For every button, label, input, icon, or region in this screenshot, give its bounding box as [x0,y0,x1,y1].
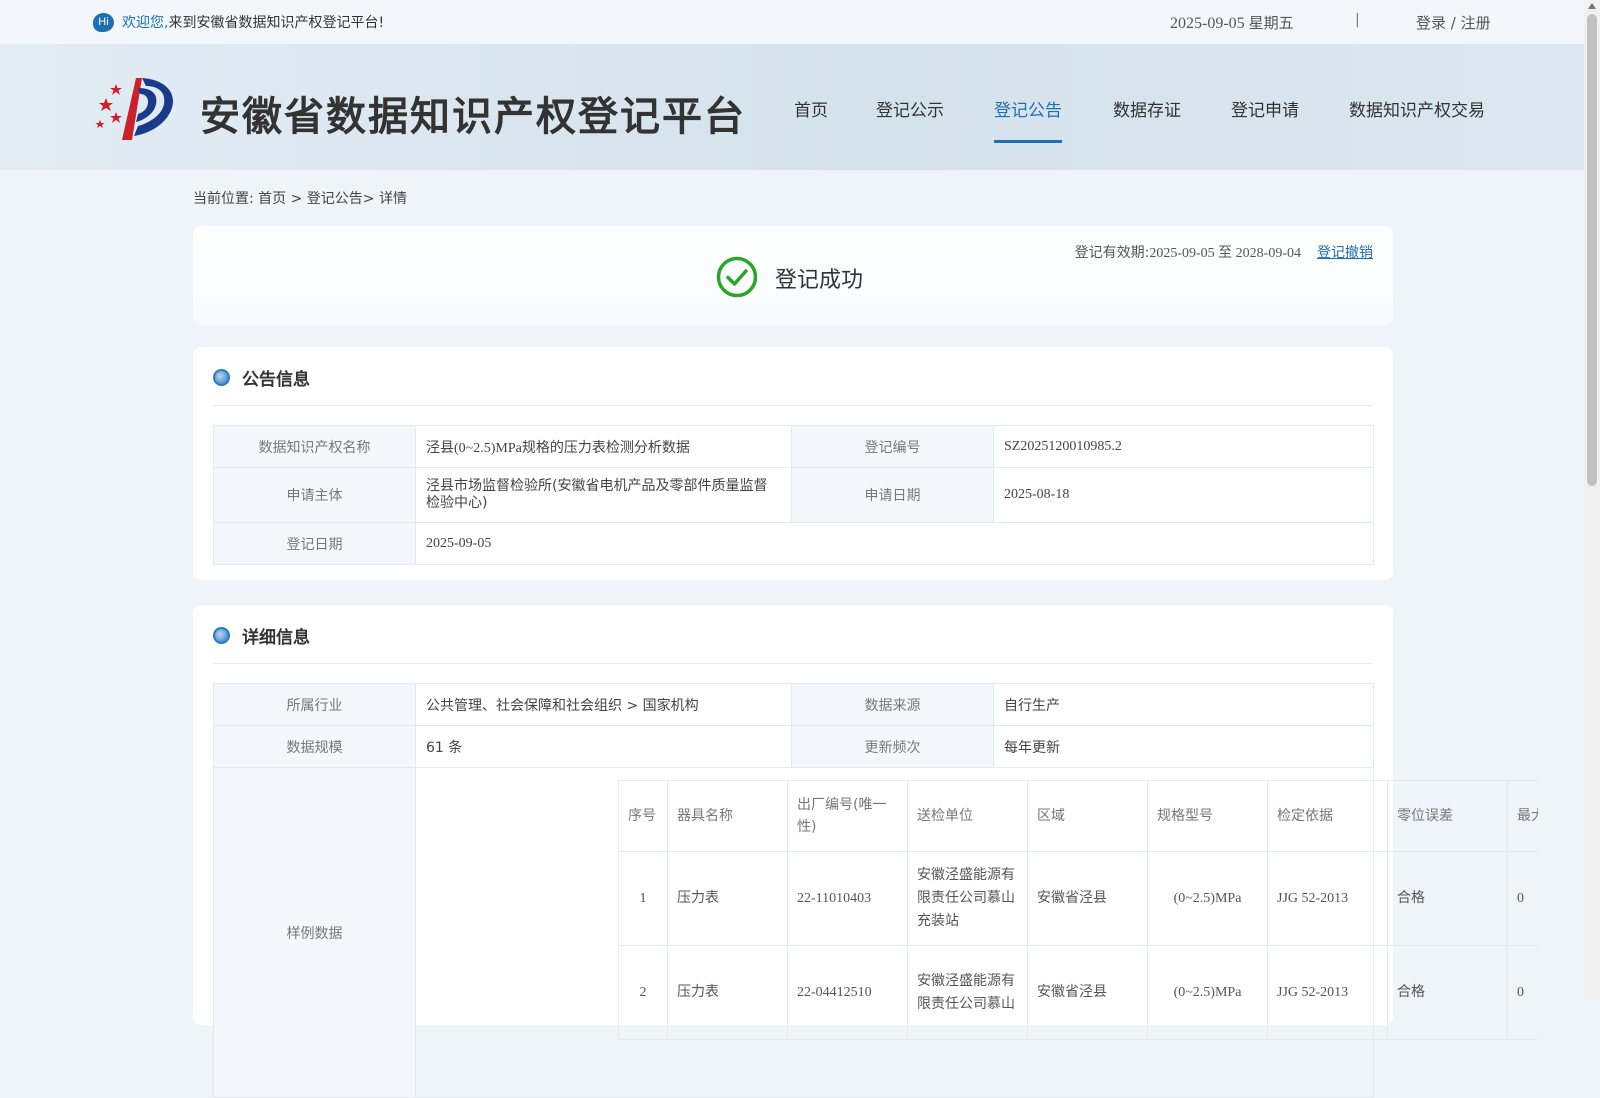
apply-date-label: 申请日期 [791,467,994,523]
cell-serial: 22-04412510 [787,945,908,1040]
cell-max: 0 [1507,945,1538,1040]
col-header-instrument: 器具名称 [667,780,788,852]
announcement-table: 数据知识产权名称 泾县(0~2.5)MPa规格的压力表检测分析数据 登记编号 S… [213,425,1374,565]
ip-name-label: 数据知识产权名称 [213,425,416,468]
cell-basis: JJG 52-2013 [1267,945,1388,1040]
table-row: 数据规模 61 条 更新频次 每年更新 [213,725,1374,768]
validity-period: 登记有效期:2025-09-05 至 2028-09-04 [1075,242,1301,262]
site-logo[interactable] [92,74,177,142]
section-bullet-icon [213,627,230,644]
cell-index: 1 [618,851,668,946]
cell-zero-error: 合格 [1387,851,1508,946]
reg-no-value: SZ2025120010985.2 [993,425,1374,468]
section-divider [213,663,1373,664]
apply-date-value: 2025-08-18 [993,467,1374,523]
success-text: 登记成功 [775,268,864,293]
welcome-text: 欢迎您,来到安徽省数据知识产权登记平台! [122,12,384,32]
nav-registration-apply[interactable]: 登记申请 [1231,96,1299,121]
reg-date-label: 登记日期 [213,522,416,565]
validity-label: 登记有效期: [1074,245,1150,261]
frequency-value: 每年更新 [993,725,1374,768]
cell-index: 2 [618,945,668,1040]
current-date: 2025-09-05 星期五 [1170,12,1294,33]
table-row: 申请主体 泾县市场监督检验所(安徽省电机产品及零部件质量监督检验中心) 申请日期… [213,467,1374,523]
topbar-separator: | [1355,12,1360,28]
cell-region: 安徽省泾县 [1027,945,1148,1040]
section-divider [213,405,1373,406]
validity-value: 2025-09-05 至 2028-09-04 [1149,246,1301,261]
date-value: 2025-09-05 [1170,15,1245,32]
cell-instrument: 压力表 [667,851,788,946]
site-header: 安徽省数据知识产权登记平台 首页 登记公示 登记公告 数据存证 登记申请 数据知… [0,44,1584,170]
table-row: 登记日期 2025-09-05 [213,522,1374,565]
nav-home[interactable]: 首页 [794,96,828,121]
col-header-spec: 规格型号 [1147,780,1268,852]
table-row: 1 压力表 22-11010403 安徽泾盛能源有限责任公司慕山充装站 安徽省泾… [618,851,1538,946]
welcome-message: 来到安徽省数据知识产权登记平台! [168,15,385,31]
source-value: 自行生产 [993,683,1374,726]
cell-serial: 22-11010403 [787,851,908,946]
frequency-label: 更新频次 [791,725,994,768]
table-row: 2 压力表 22-04412510 安徽泾盛能源有限责任公司慕山 安徽省泾县 (… [618,945,1538,1040]
revoke-registration-link[interactable]: 登记撤销 [1317,242,1373,262]
detail-info-card: 详细信息 所属行业 公共管理、社会保障和社会组织 > 国家机构 数据来源 自行生… [193,605,1538,1098]
cell-spec: (0~2.5)MPa [1147,851,1268,946]
table-row: 数据知识产权名称 泾县(0~2.5)MPa规格的压力表检测分析数据 登记编号 S… [213,425,1374,468]
registration-status-card: 登记有效期:2025-09-05 至 2028-09-04 登记撤销 登记成功 [193,226,1393,326]
table-header-row: 序号 器具名称 出厂编号(唯一性) 送检单位 区域 规格型号 检定依据 零位误差… [618,780,1538,852]
weekday: 星期五 [1248,14,1294,32]
applicant-label: 申请主体 [213,467,416,523]
cell-max: 0 [1507,851,1538,946]
col-header-zero-error: 零位误差 [1387,780,1508,852]
sample-data-table: 序号 器具名称 出厂编号(唯一性) 送检单位 区域 规格型号 检定依据 零位误差… [618,780,1538,1040]
success-check-icon [716,256,758,298]
scale-value: 61 条 [415,725,792,768]
nav-registration-announcement[interactable]: 登记公告 [994,96,1062,143]
site-title: 安徽省数据知识产权登记平台 [200,94,746,140]
col-header-index: 序号 [618,780,668,852]
scrollbar-thumb[interactable] [1587,14,1597,486]
industry-value: 公共管理、社会保障和社会组织 > 国家机构 [415,683,792,726]
cell-basis: JJG 52-2013 [1267,851,1388,946]
login-register-link[interactable]: 登录 / 注册 [1416,12,1491,33]
scale-label: 数据规模 [213,725,416,768]
sample-data-scroll-area[interactable]: 序号 器具名称 出厂编号(唯一性) 送检单位 区域 规格型号 检定依据 零位误差… [618,780,1538,1080]
cell-instrument: 压力表 [667,945,788,1040]
cell-zero-error: 合格 [1387,945,1508,1040]
applicant-value: 泾县市场监督检验所(安徽省电机产品及零部件质量监督检验中心) [415,467,792,523]
cell-spec: (0~2.5)MPa [1147,945,1268,1040]
col-header-submitter: 送检单位 [907,780,1028,852]
col-header-basis: 检定依据 [1267,780,1388,852]
scroll-up-icon[interactable] [1588,3,1596,9]
reg-no-label: 登记编号 [791,425,994,468]
page-scrollbar[interactable] [1584,0,1600,1000]
breadcrumb: 当前位置: 首页 > 登记公告> 详情 [193,191,407,207]
col-header-region: 区域 [1027,780,1148,852]
cell-submitter: 安徽泾盛能源有限责任公司慕山 [907,945,1028,1040]
nav-ip-trading[interactable]: 数据知识产权交易 [1349,96,1485,121]
announcement-info-card: 公告信息 数据知识产权名称 泾县(0~2.5)MPa规格的压力表检测分析数据 登… [193,347,1393,580]
cell-submitter: 安徽泾盛能源有限责任公司慕山充装站 [907,851,1028,946]
hi-icon: Hi [93,13,114,32]
welcome-prefix: 欢迎您, [122,15,169,31]
source-label: 数据来源 [791,683,994,726]
section-title: 详细信息 [242,628,310,648]
nav-registration-publicity[interactable]: 登记公示 [876,96,944,121]
section-title: 公告信息 [242,370,310,390]
col-header-max: 最大(± [1507,780,1538,852]
industry-label: 所属行业 [213,683,416,726]
top-bar: Hi 欢迎您,来到安徽省数据知识产权登记平台! 2025-09-05 星期五 |… [0,0,1584,44]
section-bullet-icon [213,369,230,386]
cell-region: 安徽省泾县 [1027,851,1148,946]
ip-name-value: 泾县(0~2.5)MPa规格的压力表检测分析数据 [415,425,792,468]
col-header-serial: 出厂编号(唯一性) [787,780,908,852]
sample-data-label: 样例数据 [213,767,416,1098]
reg-date-value: 2025-09-05 [415,522,1374,565]
nav-data-certification[interactable]: 数据存证 [1113,96,1181,121]
table-row: 所属行业 公共管理、社会保障和社会组织 > 国家机构 数据来源 自行生产 [213,683,1374,726]
